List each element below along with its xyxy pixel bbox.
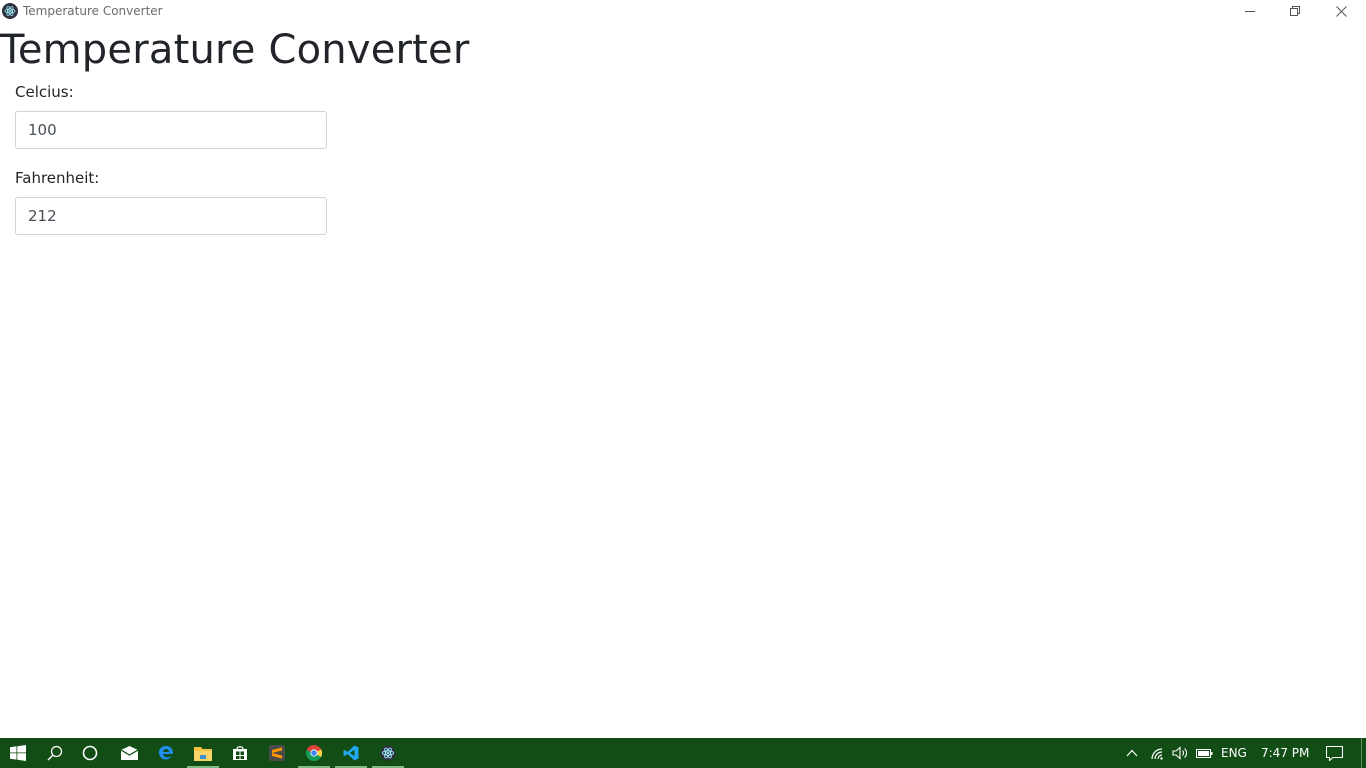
minimize-icon: [1244, 11, 1255, 12]
battery-button[interactable]: [1194, 738, 1214, 768]
restore-button[interactable]: [1272, 0, 1318, 23]
battery-icon: [1195, 748, 1212, 758]
minimize-button[interactable]: [1227, 0, 1273, 23]
taskbar-file-explorer[interactable]: [185, 738, 221, 768]
vscode-icon: [343, 745, 359, 761]
taskbar-chrome[interactable]: [296, 738, 332, 768]
close-button[interactable]: [1318, 0, 1364, 23]
show-desktop-button[interactable]: [1361, 738, 1362, 768]
taskbar-sublime-text[interactable]: [259, 738, 295, 768]
fahrenheit-input[interactable]: [15, 197, 327, 235]
store-icon: [233, 746, 247, 760]
electron-atom-icon: [2, 3, 18, 19]
taskbar-store[interactable]: [222, 738, 258, 768]
window-titlebar: Temperature Converter: [0, 0, 1366, 23]
wifi-icon: [1150, 747, 1163, 760]
close-icon: [1335, 6, 1347, 17]
chrome-icon: [306, 745, 322, 761]
cortana-icon: [82, 745, 98, 761]
taskbar-mail[interactable]: [111, 738, 147, 768]
tray-overflow-button[interactable]: [1122, 738, 1142, 768]
chevron-up-icon: [1126, 749, 1138, 757]
notification-icon: [1325, 745, 1343, 761]
volume-button[interactable]: [1170, 738, 1190, 768]
celcius-label: Celcius:: [15, 83, 74, 101]
taskbar: ENG 7:47 PM: [0, 738, 1366, 768]
input-language[interactable]: ENG: [1221, 738, 1247, 768]
window-title: Temperature Converter: [23, 4, 163, 18]
taskbar-search-button[interactable]: [37, 738, 73, 768]
celcius-input[interactable]: [15, 111, 327, 149]
search-icon: [47, 745, 63, 761]
edge-icon: [159, 746, 173, 760]
taskbar-edge[interactable]: [148, 738, 184, 768]
network-button[interactable]: [1147, 738, 1167, 768]
volume-icon: [1171, 746, 1187, 760]
windows-start-icon: [10, 745, 26, 761]
tray-clock[interactable]: 7:47 PM: [1261, 738, 1309, 768]
cortana-button[interactable]: [72, 738, 108, 768]
fahrenheit-label: Fahrenheit:: [15, 169, 100, 187]
taskbar-vscode[interactable]: [333, 738, 369, 768]
sublime-text-icon: [269, 745, 285, 761]
action-center-button[interactable]: [1322, 738, 1346, 768]
file-explorer-icon: [194, 746, 212, 761]
page-title: Temperature Converter: [0, 27, 470, 73]
electron-app-icon: [380, 745, 396, 761]
mail-icon: [120, 746, 138, 760]
restore-icon: [1289, 6, 1300, 16]
taskbar-electron-app[interactable]: [370, 738, 406, 768]
start-button[interactable]: [0, 738, 36, 768]
